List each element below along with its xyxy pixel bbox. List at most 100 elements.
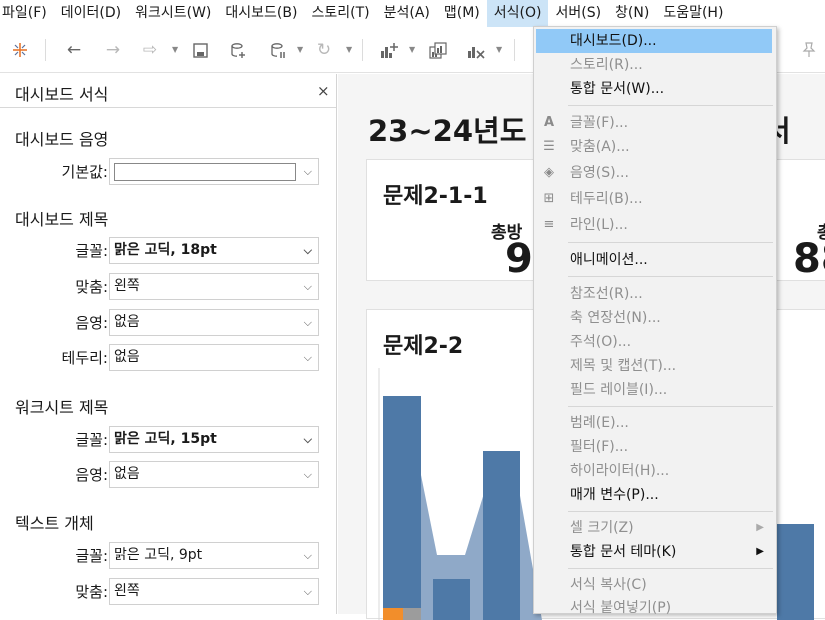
kpi-value: 88 <box>793 236 825 282</box>
chevron-down-icon[interactable]: ▼ <box>496 38 502 62</box>
menu-dashboard[interactable]: 대시보드(B) <box>218 0 304 27</box>
menu-help[interactable]: 도움말(H) <box>656 0 730 27</box>
title-font-label: 글꼴: <box>75 242 108 260</box>
chevron-down-icon[interactable]: ▼ <box>346 38 352 62</box>
redo-icon[interactable]: ⇨ <box>138 38 162 62</box>
menu-item-shading[interactable]: 음영(S)... <box>534 161 776 185</box>
menu-item-font[interactable]: 글꼴(F)... <box>534 111 776 135</box>
card-title: 문제2-1-1 <box>383 184 488 209</box>
dashboard-title[interactable]: 23~24년도 <box>368 108 526 150</box>
title-font-dropdown[interactable]: 맑은 고딕, 18pt ⌵ <box>109 237 319 264</box>
chevron-down-icon[interactable]: ▼ <box>297 38 303 62</box>
sheet-shade-label: 음영: <box>75 466 108 484</box>
text-align-value: 왼쪽 <box>114 583 140 599</box>
chevron-right-icon: ▶ <box>756 546 764 557</box>
menu-item-label: 통합 문서 테마(K) <box>570 544 677 560</box>
menu-item-animation[interactable]: 애니메이션... <box>534 248 776 272</box>
forward-icon[interactable]: → <box>101 38 125 62</box>
menu-item-field-label[interactable]: 필드 레이블(I)... <box>534 378 776 402</box>
chevron-right-icon: ▶ <box>756 522 764 533</box>
toolbar-separator <box>514 39 515 61</box>
text-align-dropdown[interactable]: 왼쪽 ⌵ <box>109 578 319 605</box>
chevron-down-icon: ⌵ <box>303 316 312 329</box>
menu-data[interactable]: 데이터(D) <box>54 0 128 27</box>
toolbar-separator <box>362 39 363 61</box>
menu-file[interactable]: 파일(F) <box>0 0 54 27</box>
menu-separator <box>568 568 773 569</box>
text-align-label: 맞춤: <box>75 583 108 601</box>
sheet-font-value: 맑은 고딕, 15pt <box>114 431 217 447</box>
sheet-shade-value: 없음 <box>114 466 140 482</box>
chart-bar <box>777 524 814 620</box>
panel-title: 대시보드 서식 <box>15 85 109 104</box>
menu-item-paste-format[interactable]: 서식 붙여넣기(P) <box>534 596 776 620</box>
menu-item-border[interactable]: 테두리(B)... <box>534 187 776 211</box>
menu-format[interactable]: 서식(O) <box>486 0 549 27</box>
menu-item-axis-extension[interactable]: 축 연장선(N)... <box>534 306 776 330</box>
color-swatch <box>114 163 296 181</box>
text-font-label: 글꼴: <box>75 547 108 565</box>
menu-separator <box>568 105 773 106</box>
save-icon[interactable] <box>188 38 212 62</box>
menu-server[interactable]: 서버(S) <box>548 0 608 27</box>
menu-item-legend[interactable]: 범례(E)... <box>534 411 776 435</box>
menu-item-workbook-theme[interactable]: 통합 문서 테마(K) ▶ <box>534 540 776 564</box>
menu-item-story[interactable]: 스토리(R)... <box>534 53 776 77</box>
title-border-dropdown[interactable]: 없음 ⌵ <box>109 344 319 371</box>
menu-item-copy-format[interactable]: 서식 복사(C) <box>534 573 776 597</box>
title-align-dropdown[interactable]: 왼쪽 ⌵ <box>109 273 319 300</box>
menu-map[interactable]: 맵(M) <box>437 0 487 27</box>
chevron-down-icon: ⌵ <box>303 165 312 178</box>
chart-bar <box>483 451 520 620</box>
pause-icon[interactable] <box>266 38 290 62</box>
sheet-shade-dropdown[interactable]: 없음 ⌵ <box>109 461 319 488</box>
menu-bar: 파일(F) 데이터(D) 워크시트(W) 대시보드(B) 스토리(T) 분석(A… <box>0 0 825 27</box>
section-text-object: 텍스트 개체 <box>15 514 94 533</box>
chevron-down-icon: ⌵ <box>303 280 312 293</box>
menu-window[interactable]: 창(N) <box>608 0 656 27</box>
new-datasource-icon[interactable] <box>226 38 250 62</box>
menu-worksheet[interactable]: 워크시트(W) <box>128 0 218 27</box>
section-worksheet-title: 워크시트 제목 <box>15 398 109 417</box>
menu-separator <box>568 406 773 407</box>
pin-icon[interactable] <box>797 38 821 62</box>
section-dashboard-title: 대시보드 제목 <box>15 210 109 229</box>
menu-item-reference-line[interactable]: 참조선(R)... <box>534 282 776 306</box>
menu-item-dashboard[interactable]: 대시보드(D)... <box>536 29 772 53</box>
menu-item-annotation[interactable]: 주석(O)... <box>534 330 776 354</box>
close-icon[interactable]: × <box>317 82 330 100</box>
menu-separator <box>568 276 773 277</box>
text-font-dropdown[interactable]: 맑은 고딕, 9pt ⌵ <box>109 542 319 569</box>
menu-item-highlighter[interactable]: 하이라이터(H)... <box>534 459 776 483</box>
menu-item-line[interactable]: 라인(L)... <box>534 213 776 237</box>
menu-item-parameter[interactable]: 매개 변수(P)... <box>534 483 776 507</box>
title-border-label: 테두리: <box>61 349 108 367</box>
panel-header: 대시보드 서식 × <box>0 74 336 108</box>
menu-item-cell-size[interactable]: 셀 크기(Z) ▶ <box>534 516 776 540</box>
default-shading-dropdown[interactable]: ⌵ <box>109 158 319 185</box>
toolbar-separator <box>45 39 46 61</box>
menu-item-workbook[interactable]: 통합 문서(W)... <box>534 77 776 101</box>
chevron-down-icon[interactable]: ▼ <box>172 38 178 62</box>
refresh-icon[interactable]: ↻ <box>312 38 336 62</box>
title-shade-label: 음영: <box>75 314 108 332</box>
menu-analysis[interactable]: 분석(A) <box>377 0 437 27</box>
sheet-font-dropdown[interactable]: 맑은 고딕, 15pt ⌵ <box>109 426 319 453</box>
back-icon[interactable]: ← <box>62 38 86 62</box>
chart-bar-gray <box>403 608 421 620</box>
menu-item-filter[interactable]: 필터(F)... <box>534 435 776 459</box>
menu-story[interactable]: 스토리(T) <box>304 0 376 27</box>
chevron-down-icon[interactable]: ▼ <box>409 38 415 62</box>
chevron-down-icon: ⌵ <box>303 585 312 598</box>
tableau-logo-icon[interactable] <box>8 38 32 62</box>
sheet-font-label: 글꼴: <box>75 431 108 449</box>
chevron-down-icon: ⌵ <box>303 549 312 562</box>
menu-separator <box>568 242 773 243</box>
menu-item-title-caption[interactable]: 제목 및 캡션(T)... <box>534 354 776 378</box>
title-shade-dropdown[interactable]: 없음 ⌵ <box>109 309 319 336</box>
clear-icon[interactable] <box>464 38 488 62</box>
duplicate-icon[interactable] <box>426 38 450 62</box>
chevron-down-icon: ⌵ <box>303 433 312 446</box>
menu-item-align[interactable]: 맞춤(A)... <box>534 135 776 159</box>
new-worksheet-icon[interactable] <box>377 38 401 62</box>
